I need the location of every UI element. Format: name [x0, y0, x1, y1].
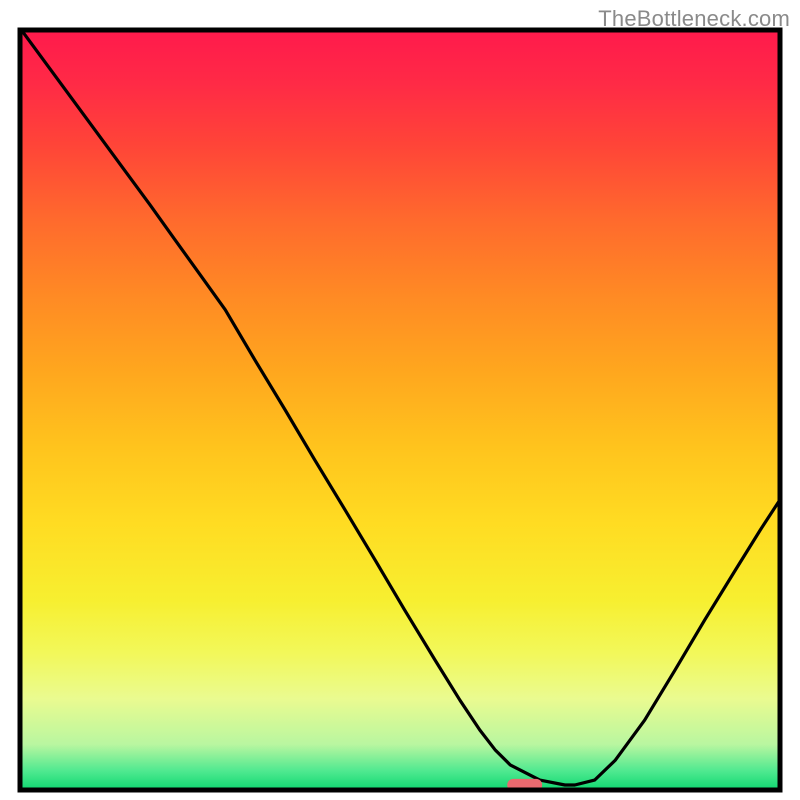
watermark-text: TheBottleneck.com	[598, 6, 790, 32]
bottleneck-chart	[0, 0, 800, 800]
plot-background	[20, 30, 780, 790]
